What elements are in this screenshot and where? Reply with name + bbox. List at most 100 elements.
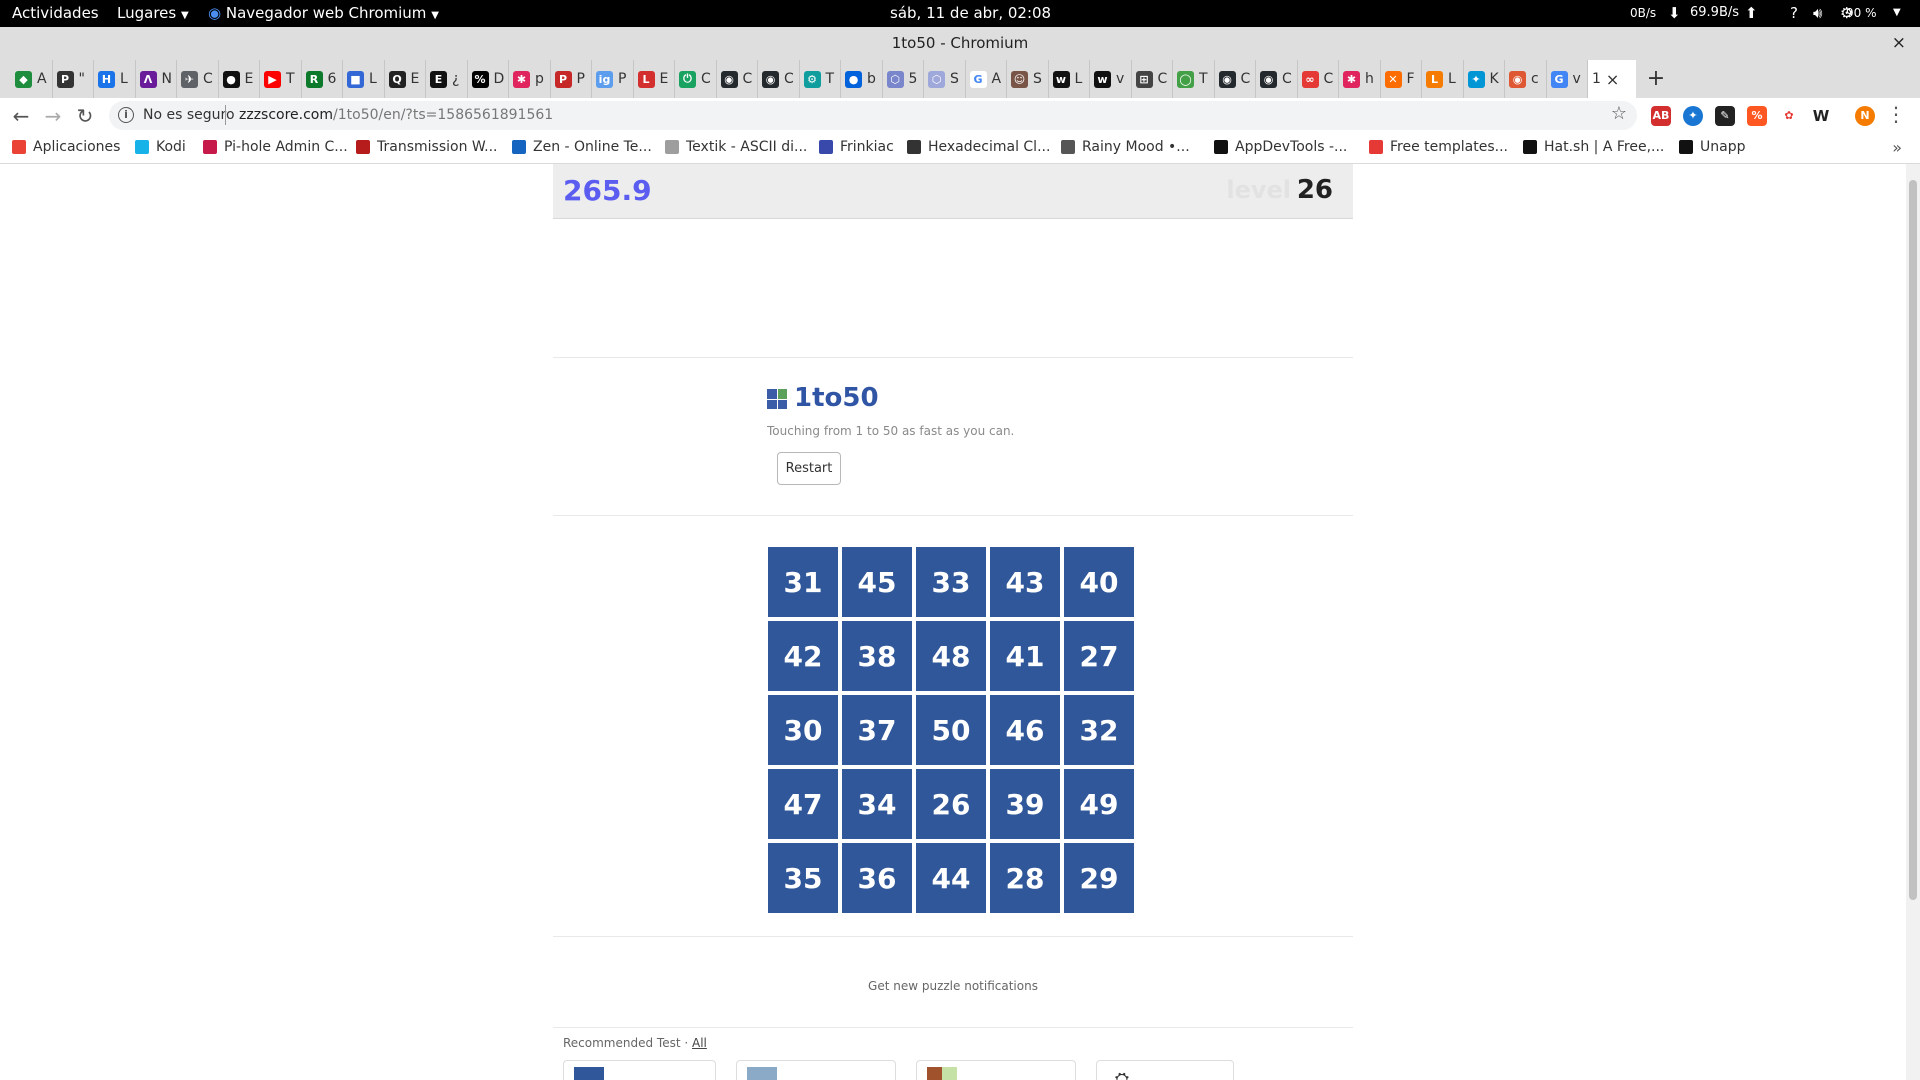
number-tile[interactable]: 39 xyxy=(990,769,1060,839)
recommended-card[interactable] xyxy=(736,1060,896,1080)
tab[interactable]: ◉ C xyxy=(758,60,800,98)
number-tile[interactable]: 46 xyxy=(990,695,1060,765)
tab[interactable]: Gv xyxy=(1547,60,1588,98)
bookmark-item[interactable]: Hat.sh | A Free,... xyxy=(1523,139,1664,155)
back-icon[interactable]: ← xyxy=(6,101,36,131)
tab[interactable]: ⬡ S xyxy=(924,60,966,98)
tab[interactable]: ◆ A xyxy=(11,60,53,98)
info-icon[interactable]: i xyxy=(118,107,134,123)
volume-icon[interactable]: 🔊︎ xyxy=(1813,4,1822,22)
tab[interactable]: ◉ C xyxy=(1256,60,1298,98)
page-title[interactable]: 1to50 xyxy=(794,383,879,413)
avatar[interactable]: N xyxy=(1855,106,1875,126)
tab[interactable]: ⊞ C xyxy=(1132,60,1173,98)
number-tile[interactable]: 26 xyxy=(916,769,986,839)
tab[interactable]: ◉ c xyxy=(1505,60,1547,98)
chevron-right-icon[interactable]: » xyxy=(1892,138,1902,157)
extension-icon[interactable]: W xyxy=(1811,106,1831,126)
bookmark-item[interactable]: Hexadecimal Cl... xyxy=(907,139,1050,155)
number-tile[interactable]: 31 xyxy=(768,547,838,617)
menu-icon[interactable]: ⋮ xyxy=(1886,102,1906,126)
tab-active[interactable]: 1 × xyxy=(1588,60,1636,98)
bookmark-item[interactable]: Aplicaciones xyxy=(12,139,120,155)
tab[interactable]: E ¿ xyxy=(426,60,468,98)
extension-icon[interactable]: ✿ xyxy=(1779,106,1799,126)
bookmark-item[interactable]: Free templates... xyxy=(1369,139,1508,155)
number-tile[interactable]: 42 xyxy=(768,621,838,691)
number-tile[interactable]: 36 xyxy=(842,843,912,913)
tab[interactable]: ■ L xyxy=(343,60,385,98)
number-tile[interactable]: 37 xyxy=(842,695,912,765)
scrollbar-thumb[interactable] xyxy=(1909,180,1917,900)
tab[interactable]: ☺ S xyxy=(1007,60,1049,98)
tab[interactable]: ▶ T xyxy=(260,60,302,98)
number-tile[interactable]: 48 xyxy=(916,621,986,691)
adblock-extension-icon[interactable]: AB xyxy=(1651,106,1671,126)
tab[interactable]: % D xyxy=(468,60,509,98)
new-tab-icon[interactable]: + xyxy=(1636,60,1676,98)
tab[interactable]: ✦ K xyxy=(1464,60,1505,98)
close-icon[interactable]: × xyxy=(1606,70,1619,89)
tab[interactable]: ✕ F xyxy=(1381,60,1422,98)
number-tile[interactable]: 41 xyxy=(990,621,1060,691)
number-tile[interactable]: 30 xyxy=(768,695,838,765)
places-menu[interactable]: Lugares ▼ xyxy=(117,4,189,22)
activities-button[interactable]: Actividades xyxy=(12,4,99,22)
address-bar[interactable]: i No es seguro zzzscore.com/1to50/en/?ts… xyxy=(109,101,1637,130)
tab[interactable]: ● b xyxy=(841,60,883,98)
clock[interactable]: sáb, 11 de abr, 02:08 xyxy=(890,4,1051,22)
tab[interactable]: HL xyxy=(94,60,136,98)
number-tile[interactable]: 28 xyxy=(990,843,1060,913)
reload-icon[interactable]: ↻ xyxy=(70,101,100,131)
number-tile[interactable]: 29 xyxy=(1064,843,1134,913)
number-tile[interactable]: 27 xyxy=(1064,621,1134,691)
recommended-card[interactable]: ⛭ xyxy=(1096,1060,1234,1080)
tab[interactable]: ig P xyxy=(592,60,634,98)
forward-icon[interactable]: → xyxy=(38,101,68,131)
app-menu[interactable]: ◉ Navegador web Chromium ▼ xyxy=(208,4,439,22)
tab[interactable]: PP xyxy=(551,60,592,98)
tab[interactable]: wv xyxy=(1090,60,1132,98)
extension-icon[interactable]: ✎ xyxy=(1715,106,1735,126)
number-tile[interactable]: 38 xyxy=(842,621,912,691)
number-tile[interactable]: 47 xyxy=(768,769,838,839)
tab[interactable]: ∞ C xyxy=(1298,60,1339,98)
tab[interactable]: GA xyxy=(966,60,1007,98)
tab[interactable]: ◉ C xyxy=(717,60,758,98)
number-tile[interactable]: 44 xyxy=(916,843,986,913)
tab[interactable]: QE xyxy=(385,60,426,98)
bookmark-item[interactable]: Rainy Mood •... xyxy=(1061,139,1190,155)
number-tile[interactable]: 35 xyxy=(768,843,838,913)
tab[interactable]: ✱ h xyxy=(1339,60,1381,98)
tab[interactable]: LE xyxy=(634,60,675,98)
extension-icon[interactable]: ✦ xyxy=(1683,106,1703,126)
chevron-down-icon[interactable]: ▼ xyxy=(1893,7,1901,18)
number-tile[interactable]: 49 xyxy=(1064,769,1134,839)
number-tile[interactable]: 43 xyxy=(990,547,1060,617)
bookmark-star-icon[interactable]: ☆ xyxy=(1611,103,1627,124)
number-tile[interactable]: 40 xyxy=(1064,547,1134,617)
bookmark-item[interactable]: Textik - ASCII di... xyxy=(665,139,807,155)
bookmark-item[interactable]: Kodi xyxy=(135,139,186,155)
close-icon[interactable]: × xyxy=(1892,27,1906,60)
bookmark-item[interactable]: Frinkiac xyxy=(819,139,894,155)
tab[interactable]: ◯ T xyxy=(1173,60,1215,98)
tab[interactable]: ● E xyxy=(219,60,260,98)
bookmark-item[interactable]: Transmission W... xyxy=(356,139,497,155)
tab[interactable]: ◉ C xyxy=(1215,60,1256,98)
notifications-link[interactable]: Get new puzzle notifications xyxy=(553,979,1353,993)
recommended-card[interactable] xyxy=(916,1060,1076,1080)
restart-button[interactable]: Restart xyxy=(777,452,841,485)
tab[interactable]: R6 xyxy=(302,60,343,98)
tab[interactable]: ⏻ C xyxy=(675,60,717,98)
tab[interactable]: ✱ p xyxy=(509,60,551,98)
bookmark-item[interactable]: Unapp xyxy=(1679,139,1745,155)
url-text[interactable]: zzzscore.com/1to50/en/?ts=1586561891561 xyxy=(239,107,553,123)
number-tile[interactable]: 33 xyxy=(916,547,986,617)
bookmark-item[interactable]: Zen - Online Te... xyxy=(512,139,652,155)
number-tile[interactable]: 50 xyxy=(916,695,986,765)
all-link[interactable]: All xyxy=(692,1036,707,1050)
scrollbar[interactable] xyxy=(1906,164,1920,1080)
help-icon[interactable]: ? xyxy=(1790,4,1798,22)
tab[interactable]: wL xyxy=(1049,60,1090,98)
